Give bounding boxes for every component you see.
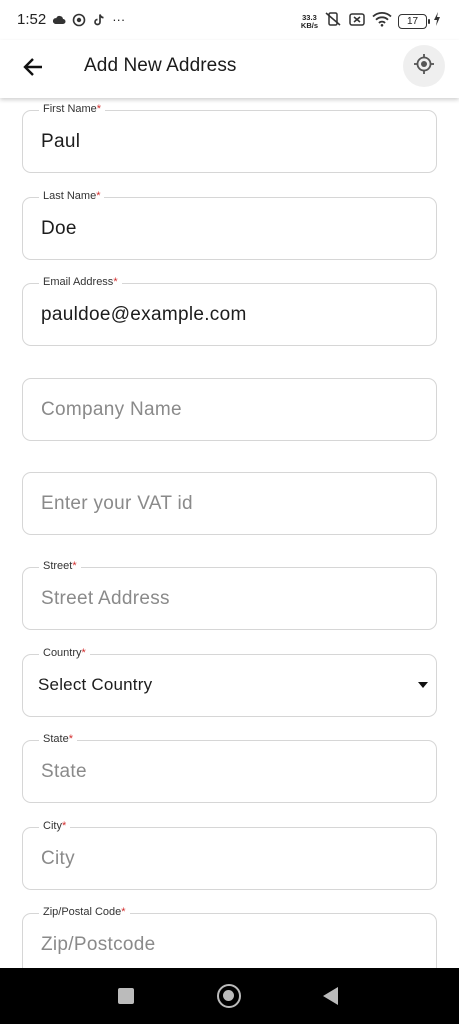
street-field[interactable]: Street* Street Address	[22, 560, 437, 630]
zip-placeholder: Zip/Postcode	[41, 934, 156, 955]
required-asterisk: *	[72, 560, 77, 572]
net-speed: 33.3 KB/s	[300, 13, 318, 30]
required-asterisk: *	[121, 906, 126, 918]
street-placeholder: Street Address	[41, 588, 170, 609]
last-name-value: Doe	[41, 218, 77, 239]
system-nav-bar	[0, 968, 459, 1024]
status-time: 1:52	[17, 11, 47, 28]
home-button[interactable]	[217, 984, 241, 1008]
app-face-icon	[72, 13, 86, 27]
net-speed-unit: KB/s	[300, 20, 318, 30]
vat-id-field[interactable]: Enter your VAT id	[22, 472, 437, 535]
country-select[interactable]: Country* Select Country	[22, 647, 437, 717]
state-label-text: State	[43, 733, 69, 745]
last-name-field[interactable]: Last Name* Doe	[22, 190, 437, 260]
city-field[interactable]: City* City	[22, 820, 437, 890]
app-bar: Add New Address	[0, 40, 459, 98]
status-right: 33.3 KB/s 17	[301, 11, 441, 32]
email-field[interactable]: Email Address* pauldoe@example.com	[22, 276, 437, 346]
state-field[interactable]: State* State	[22, 733, 437, 803]
arrow-left-icon	[22, 56, 44, 83]
vat-id-placeholder: Enter your VAT id	[41, 493, 193, 514]
zip-label: Zip/Postal Code*	[39, 906, 130, 918]
street-label: Street*	[39, 560, 81, 572]
required-asterisk: *	[96, 103, 102, 115]
no-sim-icon	[348, 11, 366, 32]
zip-label-text: Zip/Postal Code	[43, 906, 122, 918]
city-label-text: City	[43, 820, 62, 832]
country-selected-value: Select Country	[38, 675, 153, 694]
street-label-text: Street	[43, 560, 73, 572]
wifi-icon	[372, 11, 392, 32]
first-name-label-text: First Name	[43, 103, 97, 115]
cloud-icon	[52, 13, 66, 27]
email-value: pauldoe@example.com	[41, 304, 247, 325]
battery-level: 17	[406, 16, 419, 27]
last-name-label-text: Last Name	[43, 190, 97, 202]
status-left: 1:52 ···	[17, 11, 125, 28]
required-asterisk: *	[68, 733, 73, 745]
required-asterisk: *	[61, 820, 67, 832]
charging-icon	[433, 12, 441, 31]
last-name-label: Last Name*	[39, 190, 105, 202]
country-label: Country*	[39, 647, 90, 659]
back-button[interactable]	[16, 52, 50, 86]
vibrate-off-icon	[324, 11, 342, 32]
required-asterisk: *	[113, 276, 118, 288]
state-label: State*	[39, 733, 77, 745]
more-notifications: ···	[112, 12, 126, 27]
dropdown-arrow-icon[interactable]	[418, 682, 428, 688]
battery-indicator: 17	[398, 14, 430, 29]
first-name-label: First Name*	[39, 103, 106, 115]
zip-field[interactable]: Zip/Postal Code* Zip/Postcode	[22, 906, 437, 968]
status-bar: 1:52 ··· 33.3 KB/s 17	[0, 0, 459, 40]
first-name-value: Paul	[41, 131, 81, 152]
required-asterisk: *	[81, 647, 86, 659]
tiktok-icon	[92, 13, 106, 27]
recents-button[interactable]	[118, 988, 134, 1004]
required-asterisk: *	[96, 190, 101, 202]
company-name-placeholder: Company Name	[41, 399, 182, 420]
country-label-text: Country	[43, 647, 82, 659]
state-placeholder: State	[41, 761, 87, 782]
page-title: Add New Address	[84, 55, 237, 76]
gps-target-icon	[413, 53, 435, 80]
email-label-text: Email Address	[43, 276, 114, 288]
address-form: First Name* Paul Last Name* Doe Email Ad…	[0, 98, 459, 968]
email-label: Email Address*	[39, 276, 122, 288]
company-name-field[interactable]: Company Name	[22, 378, 437, 441]
city-placeholder: City	[41, 848, 75, 869]
first-name-field[interactable]: First Name* Paul	[22, 103, 437, 173]
city-label: City*	[39, 820, 71, 832]
system-back-button[interactable]	[323, 987, 338, 1005]
current-location-button[interactable]	[403, 45, 445, 87]
